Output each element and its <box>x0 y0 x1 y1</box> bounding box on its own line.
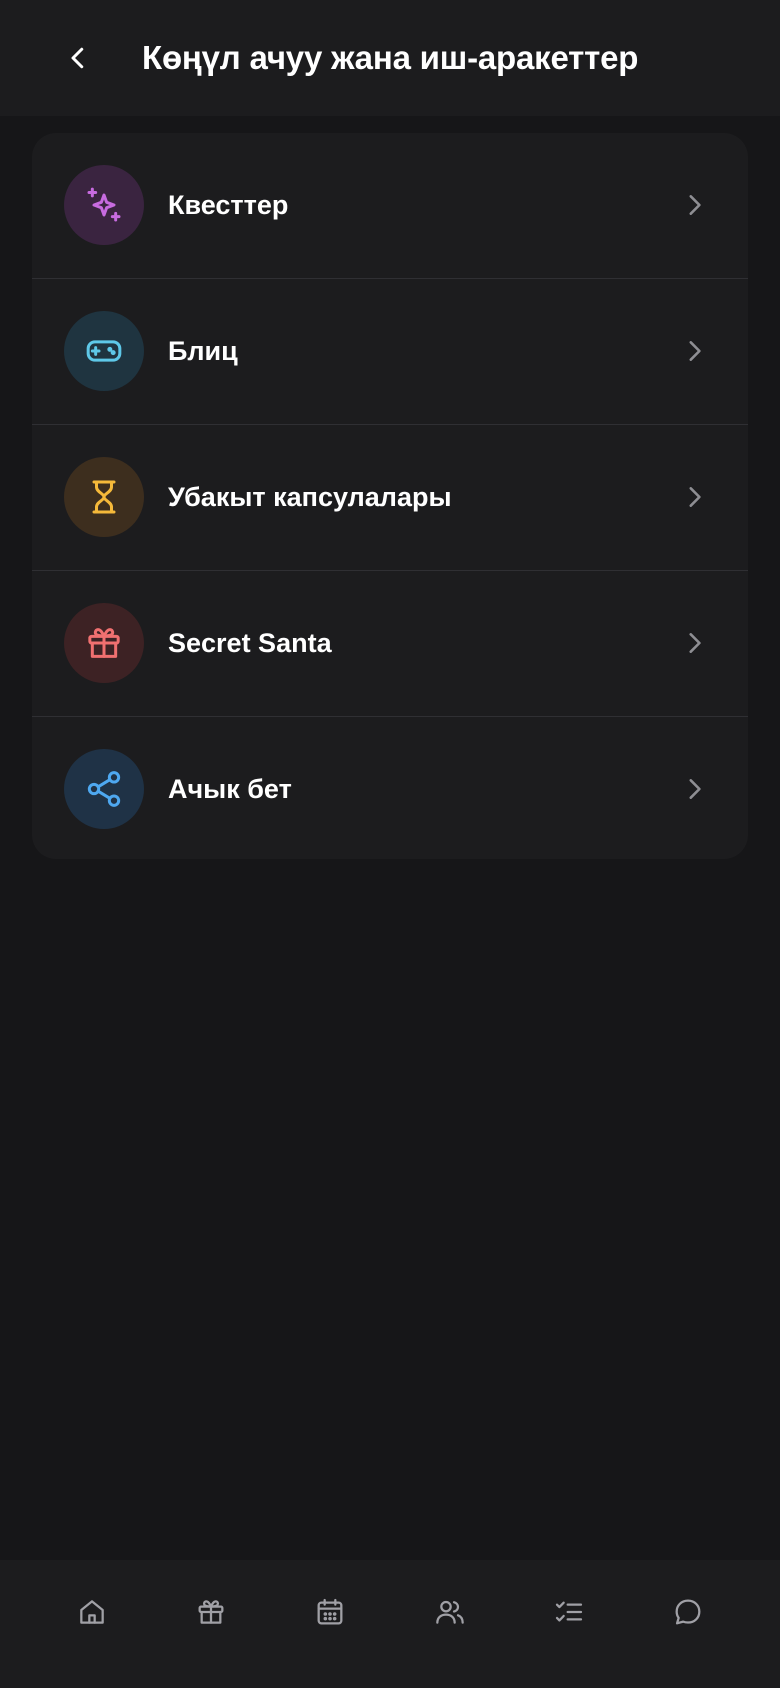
gift-icon <box>198 1600 224 1624</box>
menu-item-blitz[interactable]: Блиц <box>32 278 748 424</box>
menu-item-label: Secret Santa <box>168 628 332 658</box>
calendar-icon <box>317 1598 343 1625</box>
hourglass-icon <box>92 480 116 514</box>
blitz-icon-badge <box>64 311 144 391</box>
chevron-left-icon <box>71 47 84 69</box>
secret-santa-icon-badge <box>64 603 144 683</box>
nav-calendar[interactable] <box>298 1580 362 1644</box>
gift-icon <box>88 628 120 658</box>
nav-tasks[interactable] <box>537 1580 601 1644</box>
menu-item-time-capsules[interactable]: Убакыт капсулалары <box>32 424 748 570</box>
time-capsules-icon-badge <box>64 457 144 537</box>
nav-chat[interactable] <box>656 1580 720 1644</box>
nav-people[interactable] <box>418 1580 482 1644</box>
page-title: Көңүл ачуу жана иш-аракеттер <box>142 39 639 76</box>
users-icon <box>436 1600 464 1624</box>
nav-home[interactable] <box>60 1580 124 1644</box>
menu-item-label: Блиц <box>168 336 238 366</box>
chevron-right-icon <box>678 189 710 221</box>
top-app-bar: Көңүл ачуу жана иш-аракеттер <box>0 0 780 116</box>
menu-item-label: Ачык бет <box>168 774 292 804</box>
chevron-right-icon <box>678 627 710 659</box>
activities-menu: Квесттер Блиц Убакыт капсулалары Secret … <box>32 133 748 859</box>
back-button[interactable] <box>48 28 108 88</box>
chevron-right-icon <box>678 773 710 805</box>
bottom-navigation <box>0 1560 780 1688</box>
menu-item-label: Квесттер <box>168 190 289 220</box>
menu-item-public-page[interactable]: Ачык бет <box>32 716 748 859</box>
home-icon <box>80 1600 104 1624</box>
menu-item-quests[interactable]: Квесттер <box>32 133 748 278</box>
quests-icon-badge <box>64 165 144 245</box>
gamepad-icon <box>86 340 122 362</box>
share-icon <box>87 771 121 807</box>
chevron-right-icon <box>678 481 710 513</box>
chevron-right-icon <box>678 335 710 367</box>
checklist-icon <box>555 1601 583 1622</box>
nav-gifts[interactable] <box>179 1580 243 1644</box>
menu-item-label: Убакыт капсулалары <box>168 482 452 512</box>
chat-icon <box>675 1599 701 1625</box>
public-page-icon-badge <box>64 749 144 829</box>
menu-item-secret-santa[interactable]: Secret Santa <box>32 570 748 716</box>
sparkles-icon <box>87 187 121 222</box>
